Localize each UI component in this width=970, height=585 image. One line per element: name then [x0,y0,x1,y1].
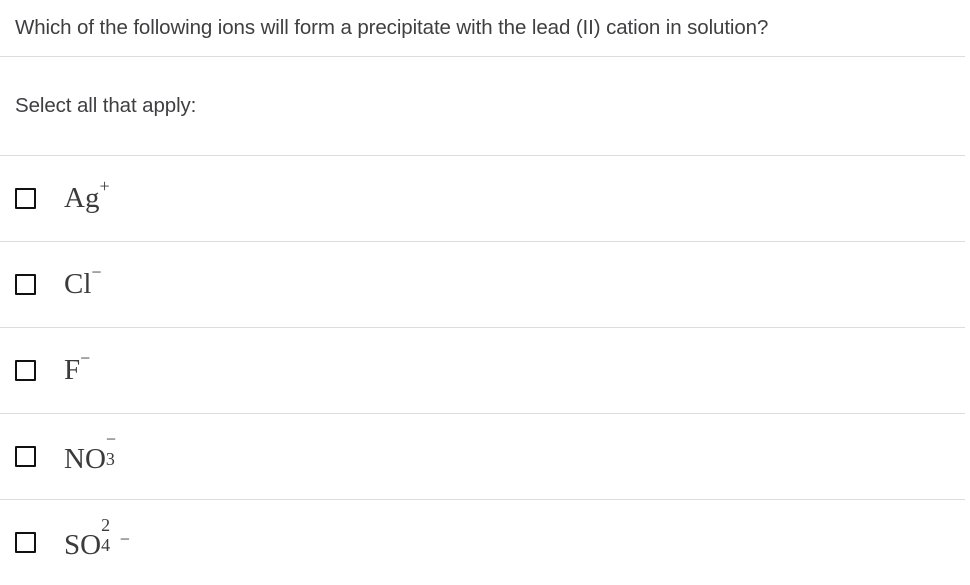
formula-subscript-no3: 3 [105,449,115,470]
option-row-so4[interactable]: SO 2 4− [0,500,970,585]
quiz-question-panel: Which of the following ions will form a … [0,0,970,585]
formula-base-cl: Cl [64,268,92,300]
option-label-f: F− [64,349,90,386]
formula-superscript-so4: 2 [101,515,111,536]
formula-superscript-no3: − [105,429,117,450]
formula-subscript-so4: 4 [101,535,111,556]
checkbox-no3[interactable] [15,446,36,467]
formula-base-f: F [64,354,81,386]
option-row-cl[interactable]: Cl− [0,242,970,327]
option-label-cl: Cl− [64,263,102,300]
formula-superscript-cl: − [91,262,102,283]
formula-superscript-f: − [80,348,91,369]
formula-base-so4: SO [64,529,102,561]
select-all-prompt-row: Select all that apply: [0,57,970,155]
option-row-ag[interactable]: Ag+ [0,156,970,241]
checkbox-f[interactable] [15,360,36,381]
formula-superscript-ag: + [99,176,110,197]
option-row-f[interactable]: F− [0,328,970,413]
formula-charge-so4: − [119,528,130,549]
option-row-no3[interactable]: NO −3 [0,414,970,499]
formula-base-ag: Ag [64,182,100,214]
option-label-ag: Ag+ [64,177,110,214]
option-label-so4: SO 2 4− [64,516,130,561]
checkbox-ag[interactable] [15,188,36,209]
question-text: Which of the following ions will form a … [15,16,769,40]
question-header: Which of the following ions will form a … [0,0,970,56]
formula-scripts-no3: −3 [105,430,119,470]
checkbox-cl[interactable] [15,274,36,295]
checkbox-so4[interactable] [15,532,36,553]
option-label-no3: NO −3 [64,430,119,475]
select-all-prompt-text: Select all that apply: [15,94,197,117]
formula-scripts-so4: 24 [101,516,114,556]
formula-base-no3: NO [64,443,106,475]
